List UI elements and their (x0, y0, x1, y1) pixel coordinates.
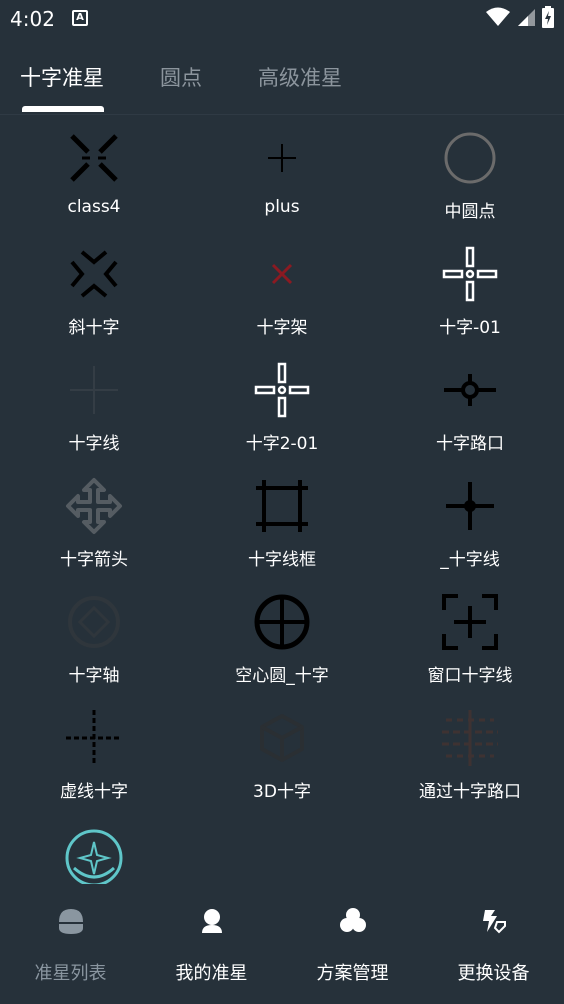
bottom-navigation: 准星列表 我的准星 方案管理 更换设备 (0, 892, 564, 1004)
crosshair-item-hollow-circle-cross[interactable]: 空心圆_十字 (188, 582, 376, 698)
nav-scheme-management[interactable]: 方案管理 (282, 892, 423, 1004)
crosshair-label: 斜十字 (68, 318, 120, 338)
nav-crosshair-list[interactable]: 准星列表 (0, 892, 141, 1004)
cube-3d-icon (260, 714, 304, 762)
crosshair-item-diagonal-cross[interactable]: 斜十字 (0, 234, 188, 350)
through-crossroad-icon (442, 710, 498, 766)
crosshair-label: 十字箭头 (60, 550, 128, 570)
crosshair-item-cross2-01[interactable]: 十字2-01 (188, 350, 376, 466)
a-badge-icon: A (72, 10, 88, 26)
crosshair-item-dashed-cross[interactable]: 虚线十字 (0, 698, 188, 814)
crosshair-label: 窗口十字线 (427, 666, 513, 686)
window-crossline-icon (442, 594, 498, 650)
crosshair-label: 十字路口 (436, 434, 504, 454)
class4-icon (70, 134, 118, 182)
crossline-frame-icon (256, 480, 308, 532)
hollow-circle-cross-icon (254, 594, 310, 650)
nav-label: 我的准星 (175, 963, 248, 984)
crosshair-label: _十字线 (440, 550, 500, 570)
cross-axis-icon (68, 596, 120, 648)
crosshair-item-window-crossline[interactable]: 窗口十字线 (376, 582, 564, 698)
crosshair-item-emblem[interactable] (0, 814, 188, 890)
crosshair-grid: class4 plus 中圆点 斜十字 十字架 十字-01 十字线 十字2-01… (0, 118, 564, 890)
tab-advanced[interactable]: 高级准星 (258, 62, 342, 92)
crossroad-icon (444, 374, 496, 406)
crosshair-item-3d-cross[interactable]: 3D十字 (188, 698, 376, 814)
tab-indicator (22, 106, 104, 112)
clover-icon (340, 908, 366, 932)
crosshair-label: 十字线框 (248, 550, 316, 570)
teal-emblem-icon (65, 829, 123, 884)
crosshair-item-crossline-frame[interactable]: 十字线框 (188, 466, 376, 582)
tab-crosshair[interactable]: 十字准星 (20, 62, 104, 92)
nav-change-device[interactable]: 更换设备 (423, 892, 564, 1004)
crosshair-item-x-mark[interactable]: 十字架 (188, 234, 376, 350)
crosshair-label: 十字架 (256, 318, 308, 338)
dashed-cross-icon (66, 710, 122, 766)
crosshair-label: 空心圆_十字 (235, 666, 329, 686)
person-icon (202, 909, 222, 933)
crosshair-item-cross-01[interactable]: 十字-01 (376, 234, 564, 350)
status-bar: 4:02 A (0, 0, 564, 38)
nav-label: 方案管理 (316, 963, 389, 984)
tab-dot[interactable]: 圆点 (160, 62, 202, 92)
nav-my-crosshair[interactable]: 我的准星 (141, 892, 282, 1004)
crosshair-label: 十字轴 (68, 666, 120, 686)
crosshair-item-cross-axis[interactable]: 十字轴 (0, 582, 188, 698)
cross2-01-icon (254, 362, 310, 418)
plus-icon (268, 144, 296, 172)
faint-crossline-icon (70, 366, 118, 414)
crosshair-label: 虚线十字 (60, 782, 128, 802)
crosshair-label: 十字2-01 (245, 434, 319, 454)
crosshair-label: 十字-01 (439, 318, 501, 338)
crosshair-label: 通过十字路口 (419, 782, 521, 802)
x-mark-icon (271, 263, 293, 285)
crosshair-item-underscore-crossline[interactable]: _十字线 (376, 466, 564, 582)
cross-arrow-icon (66, 478, 122, 534)
crosshair-item-plus[interactable]: plus (188, 118, 376, 234)
crosshair-label: 3D十字 (253, 782, 311, 802)
crosshair-item-middle-dot[interactable]: 中圆点 (376, 118, 564, 234)
status-time: 4:02 (10, 7, 55, 31)
crosshair-label: 中圆点 (444, 202, 496, 222)
crosshair-item-crossline[interactable]: 十字线 (0, 350, 188, 466)
wifi-icon (486, 7, 510, 26)
cross-01-icon (442, 246, 498, 302)
crosshair-label: class4 (67, 197, 121, 217)
nav-label: 更换设备 (457, 963, 530, 984)
device-swap-icon (483, 910, 506, 934)
crosshair-item-cross-arrow[interactable]: 十字箭头 (0, 466, 188, 582)
crosshair-item-through-crossroad[interactable]: 通过十字路口 (376, 698, 564, 814)
signal-icon (518, 9, 535, 26)
crosshair-label: plus (264, 197, 300, 217)
status-icons (486, 6, 554, 28)
crosshair-item-class4[interactable]: class4 (0, 118, 188, 234)
battery-icon (542, 6, 554, 28)
circle-icon (444, 132, 496, 184)
diagonal-cross-icon (70, 250, 118, 298)
underscore-crossline-icon (446, 482, 494, 530)
crosshair-list-icon (59, 909, 83, 934)
crosshair-item-crossroad[interactable]: 十字路口 (376, 350, 564, 466)
nav-label: 准星列表 (34, 963, 107, 984)
crosshair-label: 十字线 (68, 434, 120, 454)
